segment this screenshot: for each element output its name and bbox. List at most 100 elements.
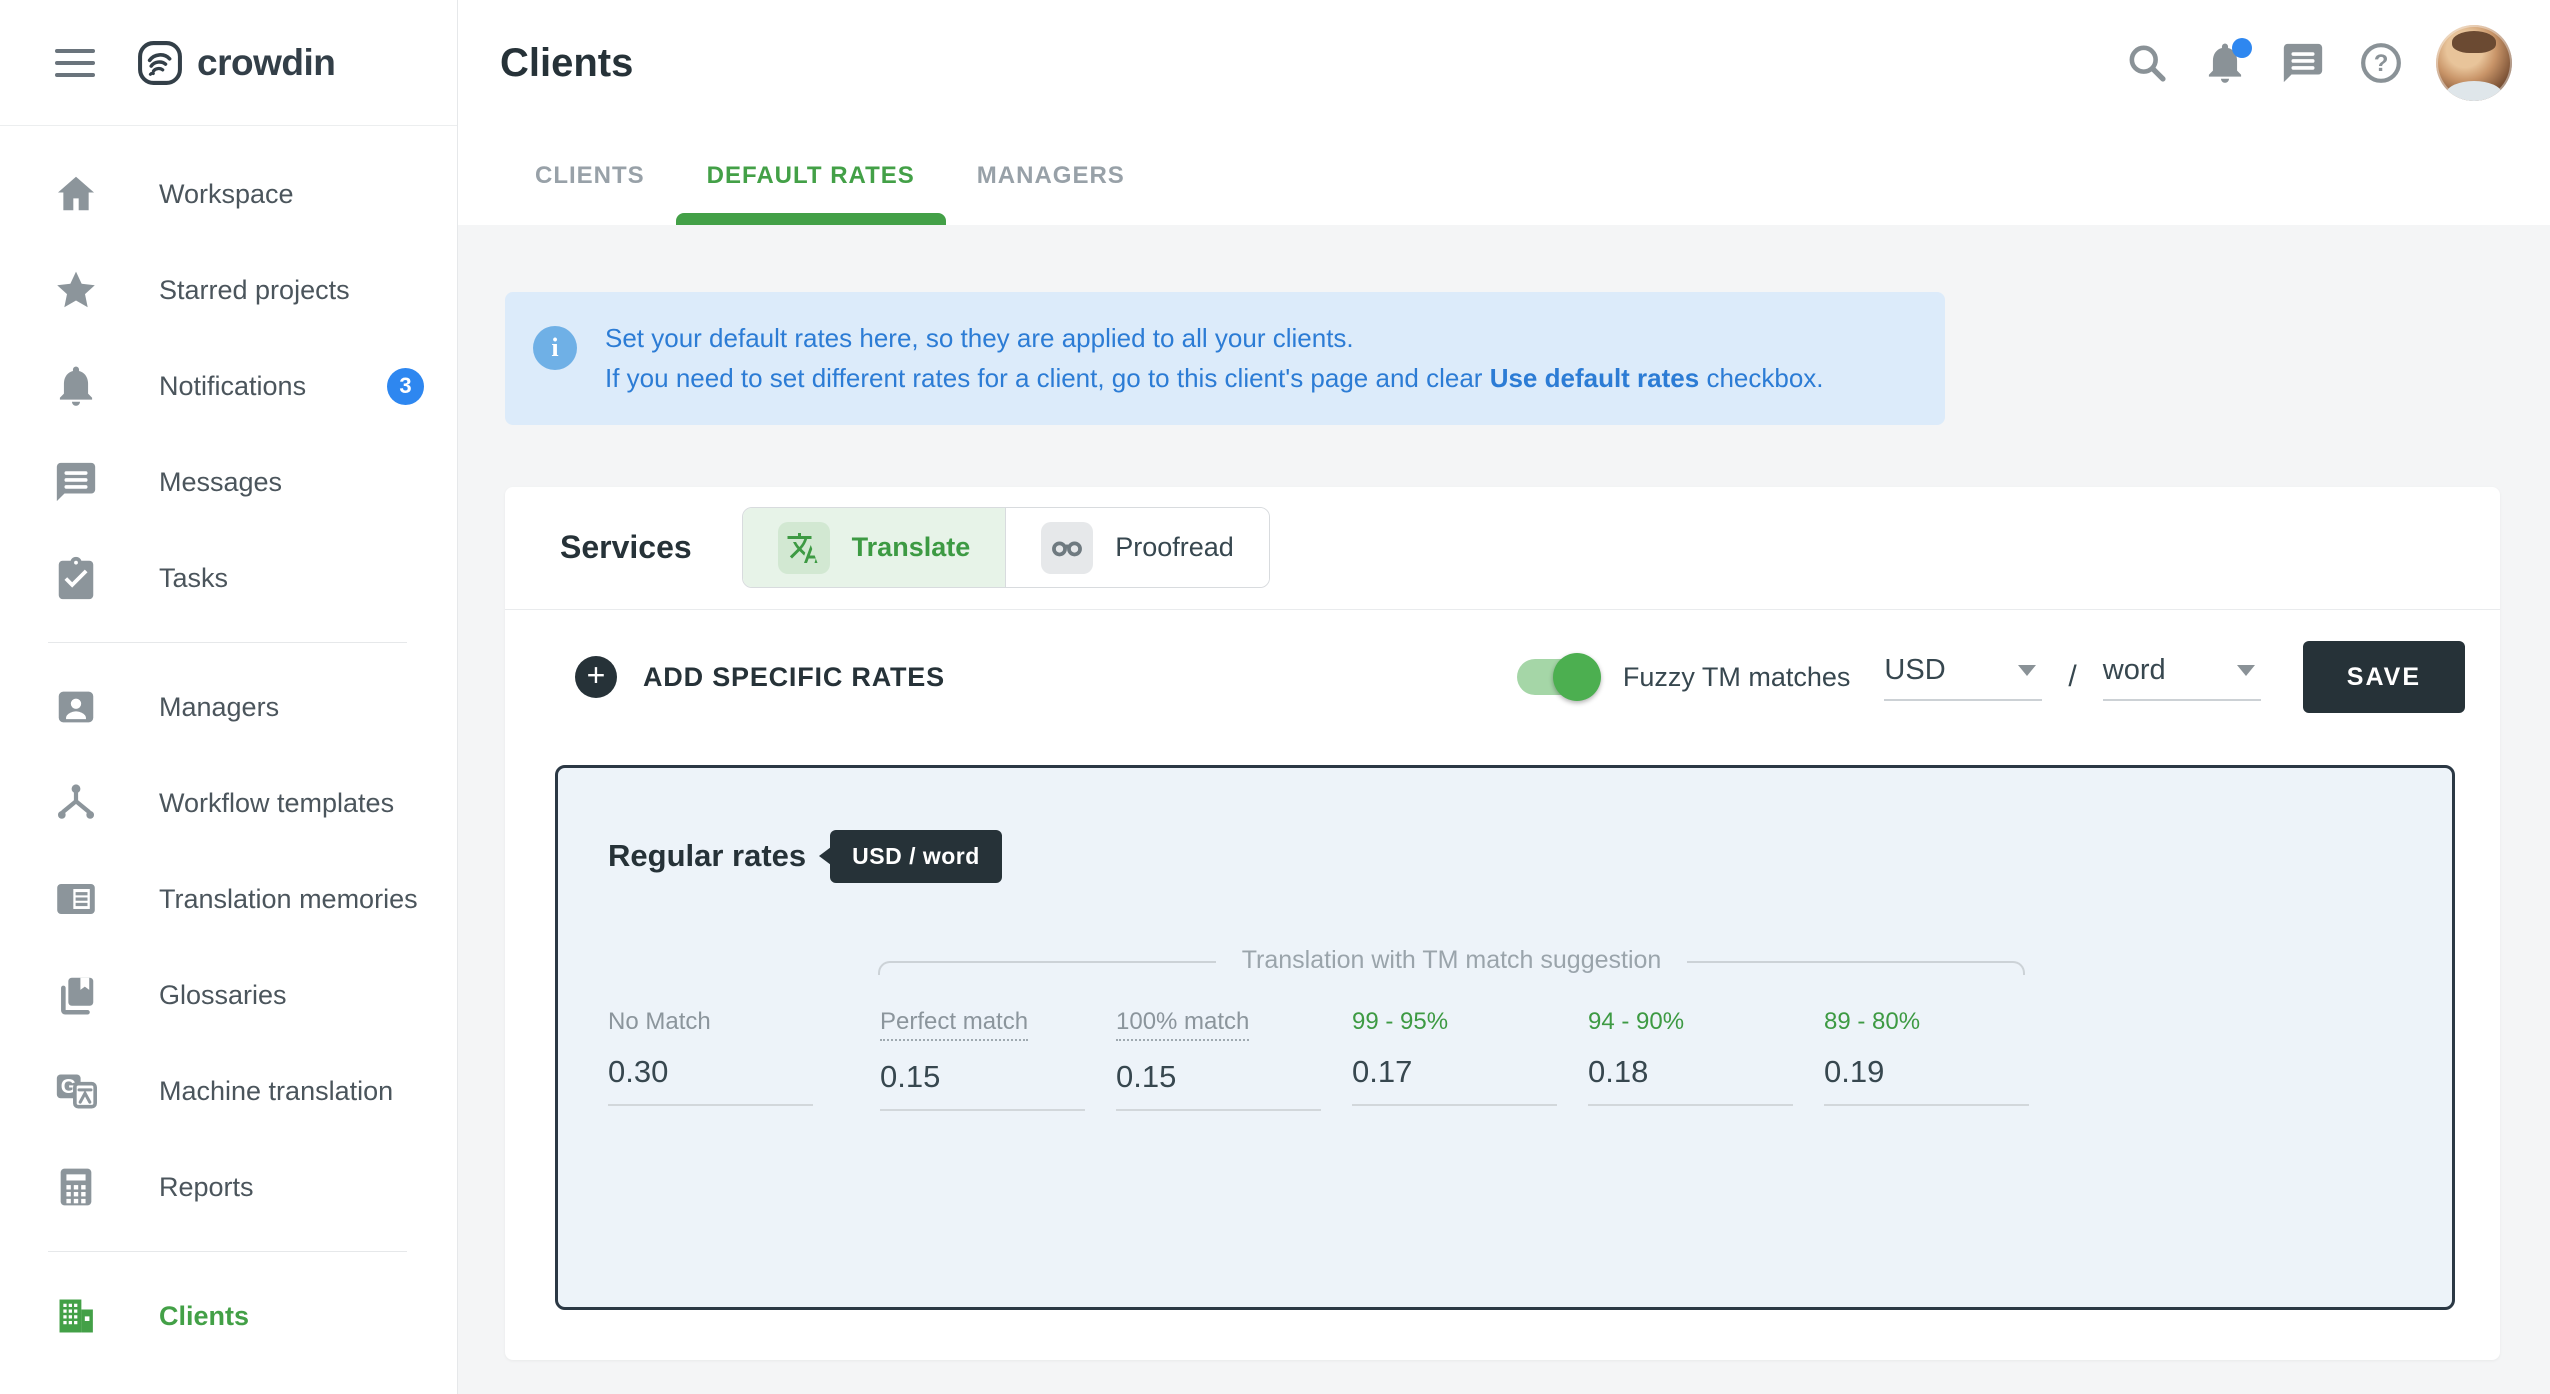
help-icon[interactable]: ? — [2358, 40, 2404, 86]
sidebar-item-label: Workspace — [159, 179, 294, 210]
rate-label: 94 - 90% — [1588, 1008, 1684, 1036]
sidebar-item-workflow-templates[interactable]: Workflow templates — [0, 755, 457, 851]
rate-value-input[interactable]: 0.18 — [1588, 1054, 1793, 1106]
bell-icon — [53, 363, 99, 409]
search-icon[interactable] — [2124, 40, 2170, 86]
rate-column-99-95: 99 - 95% 0.17 — [1352, 1008, 1557, 1111]
rate-columns: No Match0.30 Perfect match0.15 100% match 0… — [608, 1008, 2060, 1111]
sidebar-item-machine-translation[interactable]: GMachine translation — [0, 1043, 457, 1139]
sidebar-item-label: Machine translation — [159, 1076, 393, 1107]
banner-line1: Set your default rates here, so they are… — [605, 323, 1354, 353]
star-icon — [53, 267, 99, 313]
avatar[interactable] — [2436, 25, 2512, 101]
page-title: Clients — [500, 41, 633, 86]
rate-value-input[interactable]: 0.17 — [1352, 1054, 1557, 1106]
sidebar-item-messages[interactable]: Messages — [0, 434, 457, 530]
regular-rates-panel: Regular rates USD / word Translation wit… — [555, 765, 2455, 1310]
main: Clients ? CLIENTSDEFAULT RATESMANAGERS i… — [458, 0, 2550, 1394]
unit-select[interactable]: word — [2103, 654, 2261, 701]
banner-line2-prefix: If you need to set different rates for a… — [605, 363, 1490, 393]
sidebar-item-workspace[interactable]: Workspace — [0, 146, 457, 242]
header: Clients ? — [458, 0, 2550, 126]
rate-column-94-90: 94 - 90% 0.18 — [1588, 1008, 1793, 1111]
sidebar-item-label: Notifications — [159, 371, 306, 402]
add-specific-rates-label: ADD SPECIFIC RATES — [643, 662, 945, 693]
rate-value-input[interactable]: 0.15 — [880, 1059, 1085, 1111]
workflow-icon — [53, 780, 99, 826]
sidebar-item-label: Translation memories — [159, 884, 418, 915]
glasses-icon — [1041, 522, 1093, 574]
bracket-left-arm — [878, 961, 1216, 975]
sidebar-item-tasks[interactable]: Tasks — [0, 530, 457, 626]
fuzzy-tm-toggle[interactable] — [1517, 659, 1597, 695]
sidebar-divider — [48, 642, 407, 643]
currency-value: USD — [1884, 654, 1945, 687]
chevron-down-icon — [2237, 665, 2255, 676]
bracket-right-arm — [1687, 961, 2025, 975]
tm-match-group-label: Translation with TM match suggestion — [1216, 946, 1688, 975]
sidebar: crowdin Workspace Starred projects Notific… — [0, 0, 458, 1394]
rate-value-input[interactable]: 0.30 — [608, 1054, 813, 1106]
sidebar-item-label: Tasks — [159, 563, 228, 594]
rate-value-input[interactable]: 0.19 — [1824, 1054, 2029, 1106]
tab-default-rates[interactable]: DEFAULT RATES — [676, 126, 946, 225]
crowdin-logo[interactable]: crowdin — [137, 40, 335, 86]
service-option-translate[interactable]: Translate — [743, 508, 1006, 587]
translate-icon — [778, 522, 830, 574]
building-icon — [53, 1293, 99, 1339]
tab-bar: CLIENTSDEFAULT RATESMANAGERS — [458, 126, 2550, 225]
translation-memory-icon — [53, 876, 99, 922]
save-button[interactable]: SAVE — [2303, 641, 2465, 713]
menu-icon[interactable] — [55, 49, 95, 77]
banner-line2-bold: Use default rates — [1490, 363, 1700, 393]
add-specific-rates-button[interactable]: + ADD SPECIFIC RATES — [575, 656, 945, 698]
sidebar-item-glossaries[interactable]: Glossaries — [0, 947, 457, 1043]
info-banner: i Set your default rates here, so they a… — [505, 292, 1945, 425]
notifications-bell-icon[interactable] — [2202, 40, 2248, 86]
sidebar-item-clients[interactable]: Clients — [0, 1268, 457, 1364]
regular-rates-title: Regular rates — [608, 838, 806, 874]
currency-unit-separator: / — [2068, 660, 2076, 694]
rate-column-perfect-match: Perfect match0.15 — [880, 1008, 1085, 1111]
tab-managers[interactable]: MANAGERS — [946, 126, 1156, 225]
service-option-label: Proofread — [1115, 532, 1234, 563]
sidebar-item-label: Messages — [159, 467, 282, 498]
messages-icon[interactable] — [2280, 40, 2326, 86]
sidebar-item-managers[interactable]: Managers — [0, 659, 457, 755]
app: crowdin Workspace Starred projects Notific… — [0, 0, 2550, 1394]
toolbar-right: Fuzzy TM matches USD / word SAVE — [1517, 641, 2465, 713]
chat-icon — [53, 459, 99, 505]
rates-toolbar: + ADD SPECIFIC RATES Fuzzy TM matches US… — [505, 610, 2500, 735]
sidebar-item-label: Starred projects — [159, 275, 350, 306]
service-option-label: Translate — [852, 532, 971, 563]
regular-rates-header: Regular rates USD / word — [608, 830, 2452, 883]
rate-label: 100% match — [1116, 1008, 1249, 1041]
home-icon — [53, 171, 99, 217]
rate-label: 89 - 80% — [1824, 1008, 1920, 1036]
content: i Set your default rates here, so they a… — [458, 225, 2550, 1394]
plus-icon: + — [575, 656, 617, 698]
sidebar-item-label: Clients — [159, 1301, 249, 1332]
tab-clients[interactable]: CLIENTS — [504, 126, 676, 225]
service-option-proofread[interactable]: Proofread — [1005, 508, 1269, 587]
chevron-down-icon — [2018, 665, 2036, 676]
sidebar-nav: Workspace Starred projects Notifications3 M… — [0, 126, 457, 1394]
info-icon: i — [533, 326, 577, 370]
info-banner-text: Set your default rates here, so they are… — [605, 318, 1824, 399]
currency-select[interactable]: USD — [1884, 654, 2042, 701]
rate-label: 99 - 95% — [1352, 1008, 1448, 1036]
rate-column-89-80: 89 - 80% 0.19 — [1824, 1008, 2029, 1111]
sidebar-item-reports[interactable]: Reports — [0, 1139, 457, 1235]
banner-line2-suffix: checkbox. — [1699, 363, 1823, 393]
sidebar-item-notifications[interactable]: Notifications3 — [0, 338, 457, 434]
sidebar-item-translation-memories[interactable]: Translation memories — [0, 851, 457, 947]
tm-match-group-bracket: Translation with TM match suggestion — [878, 946, 2025, 975]
sidebar-item-starred-projects[interactable]: Starred projects — [0, 242, 457, 338]
service-switcher: Translate Proofread — [742, 507, 1270, 588]
services-row: Services TranslateProofread — [505, 487, 2500, 609]
rate-value-input[interactable]: 0.15 — [1116, 1059, 1321, 1111]
currency-unit-badge: USD / word — [830, 830, 1002, 883]
glossaries-icon — [53, 972, 99, 1018]
rate-column-no-match: No Match0.30 — [608, 1008, 813, 1111]
tasks-icon — [53, 555, 99, 601]
